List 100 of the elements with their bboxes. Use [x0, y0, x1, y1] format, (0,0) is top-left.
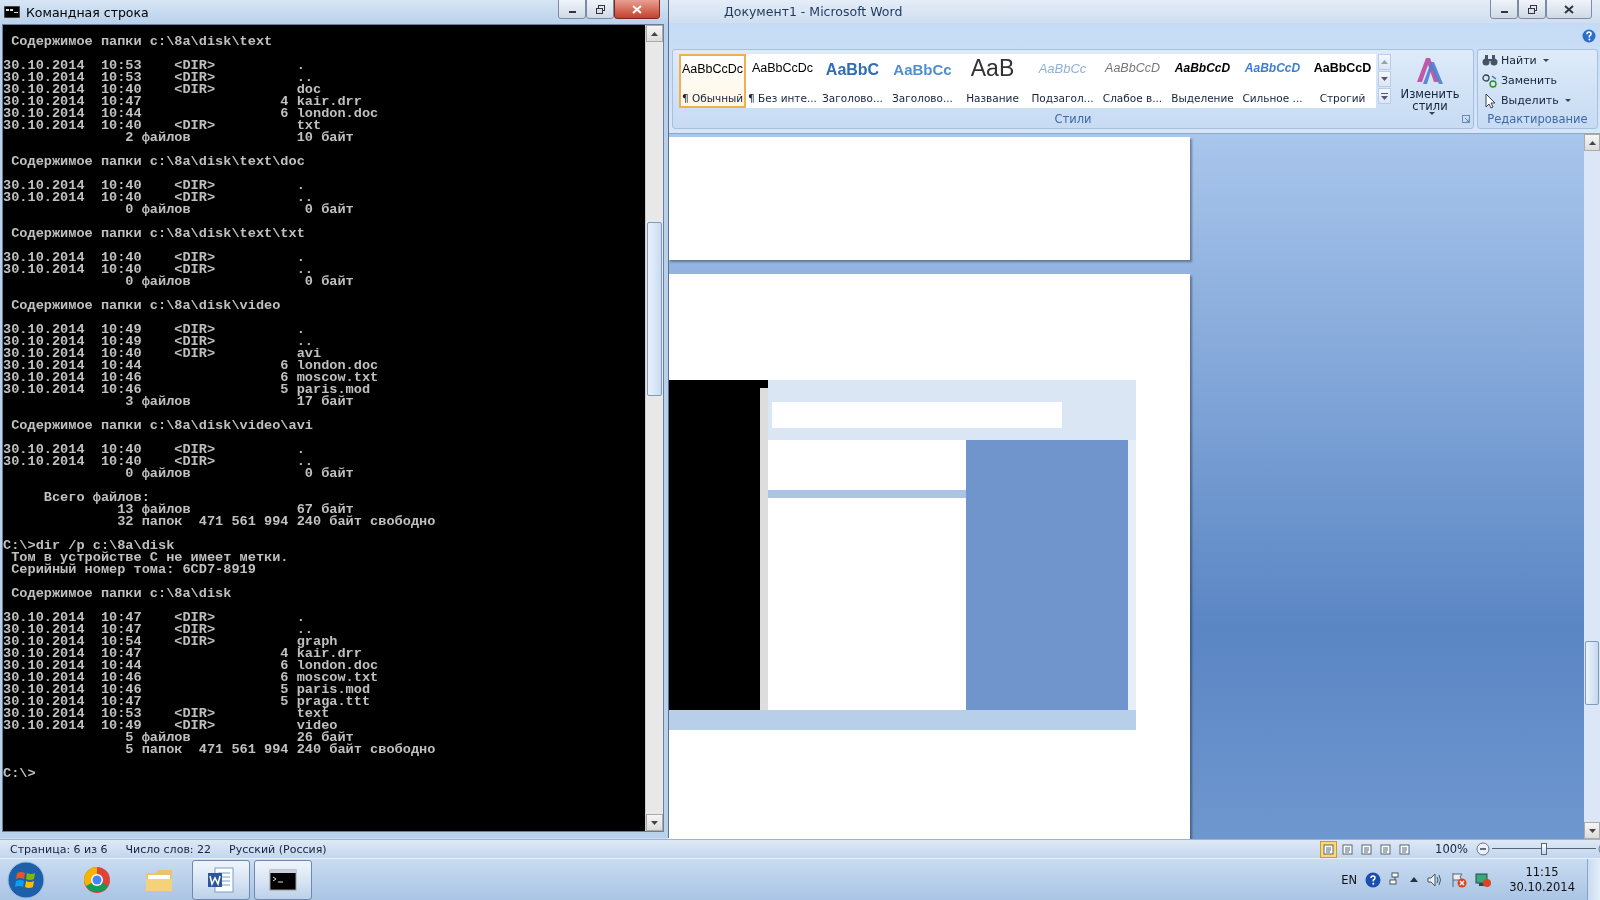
style-sample: AaBbCcD	[1105, 61, 1160, 75]
maximize-button[interactable]	[1518, 0, 1546, 19]
console-line: Том в устройстве C не имеет метки.	[10, 552, 289, 564]
console-line: 30.10.2014 10:40 <DIR> doc	[3, 84, 322, 96]
circle-icon	[82, 864, 112, 895]
style-label: Подзагол...	[1030, 92, 1095, 104]
taskbar-button[interactable]	[254, 859, 312, 900]
console-line: 5 файлов 26 байт	[124, 732, 354, 744]
style-label: ¶ Обычный	[680, 92, 745, 104]
console-line: 30.10.2014 10:49 <DIR> .	[3, 324, 305, 336]
scroll-thumb[interactable]	[1585, 641, 1599, 705]
console-line: C:\>	[3, 768, 36, 780]
console-line: Содержимое папки c:\8a\disk\text	[10, 36, 273, 48]
help-icon[interactable]	[1582, 29, 1596, 43]
scrollbar[interactable]	[645, 25, 663, 831]
find-button[interactable]: Найти	[1482, 52, 1549, 69]
console-line: Содержимое папки c:\8a\disk\video	[10, 300, 281, 312]
language-indicator[interactable]: EN	[1341, 872, 1358, 887]
minimize-button[interactable]	[1490, 0, 1518, 19]
console-line: Всего файлов:	[42, 492, 150, 504]
select-button[interactable]: Выделить	[1482, 92, 1571, 109]
style-sample: AaBbCc	[893, 61, 952, 78]
flag-error-icon[interactable]	[1451, 871, 1468, 888]
scroll-down-button[interactable]	[1378, 71, 1391, 87]
taskbar-button[interactable]	[192, 859, 250, 900]
console-line: 30.10.2014 10:40 <DIR> txt	[3, 120, 322, 132]
monitor-icon[interactable]	[1475, 871, 1492, 888]
caret-icon	[1588, 828, 1596, 833]
close-icon	[632, 4, 642, 14]
console-line: 30.10.2014 10:47 5 praga.ttt	[3, 696, 371, 708]
group-label: Стили	[1054, 112, 1092, 126]
dialog-launcher-icon[interactable]	[1462, 115, 1470, 123]
close-button[interactable]	[1546, 0, 1592, 19]
console-line: 5 папок 471 561 994 240 байт свободно	[124, 744, 436, 756]
caret-icon	[1381, 60, 1388, 64]
window-title: Командная строка	[26, 4, 149, 20]
style-sample: AaBbCcDc	[681, 62, 744, 76]
more-button[interactable]	[1378, 88, 1391, 104]
maximize-button[interactable]	[586, 0, 614, 19]
clock-time[interactable]: 11:15	[1525, 864, 1559, 880]
console-line: 30.10.2014 10:49 <DIR> video	[3, 720, 338, 732]
scroll-down-button[interactable]	[1584, 822, 1600, 839]
close-icon	[1564, 4, 1574, 14]
console-line: Содержимое папки c:\8a\disk\text\doc	[10, 156, 305, 168]
console-line: 30.10.2014 10:40 <DIR> ..	[3, 192, 313, 204]
style-label: Выделение	[1170, 92, 1235, 104]
style-sample: AaBbC	[825, 61, 880, 79]
expand-icon	[1381, 92, 1388, 100]
zoom-slider[interactable]	[1492, 842, 1596, 856]
speaker-icon[interactable]	[1427, 871, 1444, 888]
minimize-button[interactable]	[558, 0, 586, 19]
style-sample: AaBbCcDc	[751, 61, 814, 75]
style-label: Строгий	[1318, 92, 1367, 104]
console-line: Содержимое папки c:\8a\disk\video\avi	[10, 420, 313, 432]
status-text: Русский (Россия)	[229, 842, 327, 856]
caret-icon	[1381, 77, 1388, 81]
console-line: 30.10.2014 10:44 6 london.doc	[3, 360, 379, 372]
slider-thumb[interactable]	[1541, 843, 1547, 855]
style-label: Слабое в...	[1101, 92, 1164, 104]
console-line: 13 файлов 67 байт	[117, 504, 354, 516]
console-line: 30.10.2014 10:46 5 paris.mod	[3, 684, 371, 696]
scrollbar[interactable]	[1584, 134, 1600, 839]
clock-date[interactable]: 30.10.2014	[1509, 879, 1575, 895]
console-line: 2 файлов 10 байт	[124, 132, 354, 144]
console-line: 30.10.2014 10:47 4 kair.drr	[3, 96, 362, 108]
scroll-down-button[interactable]	[646, 814, 663, 831]
document-icon	[206, 864, 236, 895]
style-tile[interactable]: AaBbCcDc ¶ Обычный	[679, 54, 746, 108]
network-icon[interactable]	[1389, 871, 1402, 888]
replace-button[interactable]: Заменить	[1482, 72, 1558, 89]
console-line: 30.10.2014 10:53 <DIR> .	[3, 60, 305, 72]
console-line: 0 файлов 0 байт	[124, 468, 354, 480]
caret-icon	[651, 31, 658, 36]
view-button[interactable]	[1320, 840, 1338, 858]
console-line: Серийный номер тома: 6CD7-8919	[10, 564, 256, 576]
zoom-out-button[interactable]	[1476, 842, 1490, 856]
style-sample: AaBbCc	[1038, 61, 1087, 76]
scroll-thumb[interactable]	[647, 222, 662, 396]
style-sample: AaBbCcD	[1244, 61, 1301, 75]
style-label: Название	[965, 92, 1020, 104]
console-line: 30.10.2014 10:40 <DIR> ..	[3, 456, 313, 468]
console-line: 30.10.2014 10:49 <DIR> ..	[3, 336, 313, 348]
console-line: 30.10.2014 10:47 <DIR> ..	[3, 624, 313, 636]
caret-icon	[651, 820, 658, 825]
zoom-level[interactable]: 100%	[1435, 842, 1468, 856]
minimize-icon	[1500, 11, 1508, 13]
help-icon[interactable]	[1365, 871, 1382, 888]
console-line: 3 файлов 17 байт	[124, 396, 354, 408]
start-button[interactable]	[6, 859, 46, 900]
restore-icon	[1527, 4, 1537, 14]
console-line: 0 файлов 0 байт	[124, 276, 354, 288]
console-line: Содержимое папки c:\8a\disk	[10, 588, 232, 600]
caret-icon	[1588, 140, 1596, 145]
console-line: 30.10.2014 10:40 <DIR> avi	[3, 348, 322, 360]
change-styles-button[interactable]: Изменить стили	[1399, 54, 1461, 115]
style-label: ¶ Без инте...	[747, 92, 818, 104]
scroll-up-button[interactable]	[646, 25, 663, 42]
scroll-up-button[interactable]	[1584, 134, 1600, 151]
minimize-icon	[568, 11, 576, 13]
close-button[interactable]	[614, 0, 660, 19]
